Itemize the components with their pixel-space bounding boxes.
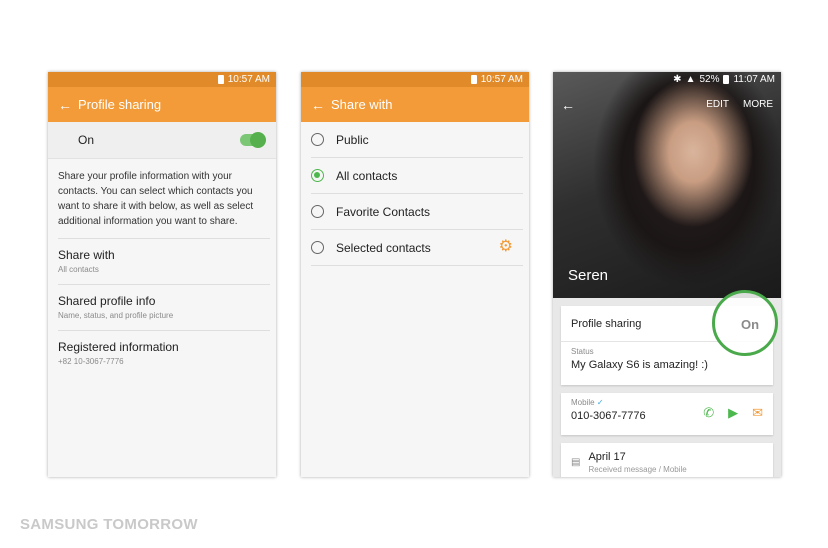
- setting-shared-profile-info[interactable]: Shared profile info Name, status, and pr…: [58, 284, 270, 330]
- back-arrow-icon[interactable]: ←: [561, 97, 692, 113]
- setting-registered-information[interactable]: Registered information +82 10-3067-7776: [58, 330, 270, 376]
- status-time: 10:57 AM: [480, 74, 523, 85]
- option-selected-contacts[interactable]: Selected contacts ⚙: [311, 230, 523, 266]
- radio-button[interactable]: [311, 241, 324, 254]
- option-favorite-contacts[interactable]: Favorite Contacts: [311, 194, 523, 230]
- app-bar: ← Share with: [301, 87, 529, 122]
- setting-title: Registered information: [58, 340, 179, 354]
- setting-subtitle: +82 10-3067-7776: [58, 357, 124, 366]
- page-title: Profile sharing: [78, 97, 162, 112]
- status-bar: ✱ ▲ 52% 11:07 AM: [553, 72, 781, 87]
- status-bar: 10:57 AM: [301, 72, 529, 87]
- option-label: Selected contacts: [336, 240, 431, 255]
- back-arrow-icon[interactable]: ←: [58, 97, 78, 113]
- profile-sharing-label: Profile sharing: [571, 317, 642, 330]
- option-label: Public: [336, 132, 369, 147]
- app-bar: ← EDIT MORE: [553, 87, 781, 122]
- status-value: My Galaxy S6 is amazing! :): [571, 359, 708, 371]
- log-detail: Received message / Mobile: [588, 465, 687, 474]
- log-card[interactable]: ▤ April 17 Received message / Mobile: [561, 443, 773, 477]
- bluetooth-icon: ✱: [673, 74, 682, 85]
- app-bar: ← Profile sharing: [48, 87, 276, 122]
- check-icon: ✓: [596, 398, 604, 407]
- switch-knob: [250, 132, 266, 148]
- video-call-icon[interactable]: ▶: [728, 405, 738, 421]
- setting-subtitle: Name, status, and profile picture: [58, 311, 174, 320]
- profile-sharing-toggle-row[interactable]: On: [48, 122, 276, 159]
- phone-share-with: 10:57 AM ← Share with Public All contact…: [301, 72, 529, 477]
- battery-icon: [470, 75, 477, 84]
- mobile-label-text: Mobile: [571, 398, 595, 407]
- footer-logo-text: SAMSUNG TOMORROW: [20, 516, 198, 533]
- mobile-card: Mobile ✓ 010-3067-7776 ✆ ▶ ✉: [561, 393, 773, 435]
- radio-button[interactable]: [311, 133, 324, 146]
- gear-icon[interactable]: ⚙: [499, 238, 513, 256]
- phone-icon[interactable]: ✆: [703, 405, 714, 421]
- option-public[interactable]: Public: [311, 122, 523, 158]
- log-date: April 17: [588, 451, 626, 463]
- page-title: Share with: [331, 97, 393, 112]
- option-all-contacts[interactable]: All contacts: [311, 158, 523, 194]
- contact-name: Seren: [568, 267, 609, 284]
- back-arrow-icon[interactable]: ←: [311, 97, 331, 113]
- profile-sharing-switch[interactable]: [240, 132, 266, 148]
- status-time: 10:57 AM: [227, 74, 270, 85]
- contact-actions: ✆ ▶ ✉: [703, 405, 763, 421]
- battery-icon: [217, 75, 224, 84]
- signal-icon: ▲: [685, 74, 696, 85]
- battery-icon: [723, 75, 730, 84]
- message-icon[interactable]: ✉: [752, 405, 763, 421]
- setting-share-with[interactable]: Share with All contacts: [58, 238, 270, 284]
- setting-subtitle: All contacts: [58, 265, 99, 274]
- option-label: Favorite Contacts: [336, 204, 431, 219]
- status-time: 11:07 AM: [733, 74, 775, 85]
- option-label: All contacts: [336, 168, 398, 183]
- more-button[interactable]: MORE: [743, 99, 773, 110]
- edit-button[interactable]: EDIT: [706, 99, 729, 110]
- message-log-icon: ▤: [571, 457, 581, 468]
- setting-title: Shared profile info: [58, 294, 156, 308]
- radio-button-selected[interactable]: [311, 169, 324, 182]
- radio-button[interactable]: [311, 205, 324, 218]
- battery-percent: 52%: [699, 74, 720, 85]
- phone-contact-detail: ✱ ▲ 52% 11:07 AM ← EDIT MORE Seren Profi…: [553, 72, 781, 477]
- profile-sharing-value: On: [741, 317, 760, 332]
- setting-title: Share with: [58, 248, 115, 262]
- description-text: Share your profile information with your…: [58, 171, 254, 227]
- status-bar: 10:57 AM: [48, 72, 276, 87]
- phone-profile-sharing: 10:57 AM ← Profile sharing On Share your…: [48, 72, 276, 477]
- toggle-label: On: [78, 133, 95, 147]
